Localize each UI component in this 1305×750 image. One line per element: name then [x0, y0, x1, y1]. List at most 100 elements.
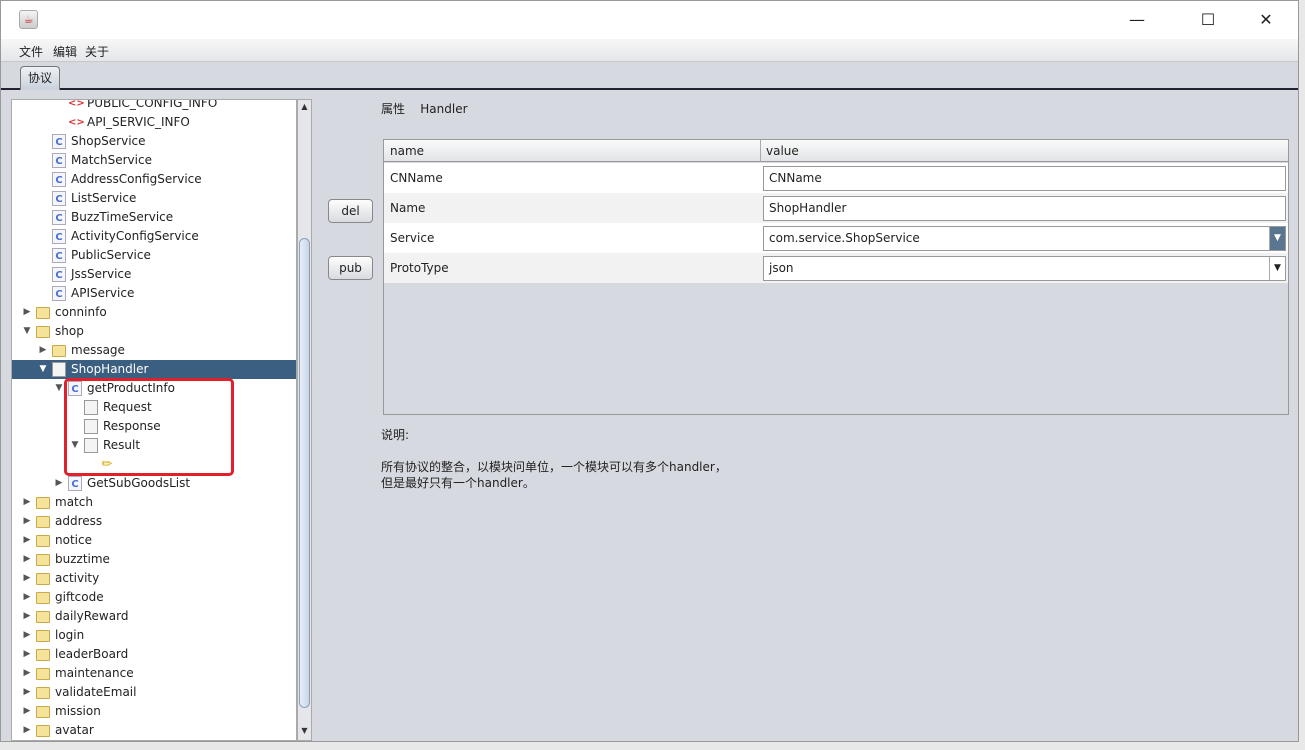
tree-item[interactable]: C ActivityConfigService — [12, 227, 296, 246]
tree-item[interactable]: ▶ maintenance — [12, 664, 296, 683]
del-button[interactable]: del — [328, 199, 373, 223]
maximize-button[interactable]: ☐ — [1188, 7, 1228, 33]
expand-arrow-icon[interactable]: ▶ — [22, 512, 32, 531]
tree-item[interactable]: ▶ notice — [12, 531, 296, 550]
tree-item[interactable]: ▶ C GetSubGoodsList — [12, 474, 296, 493]
tree-item[interactable]: ▼ ShopHandler — [12, 360, 296, 379]
tree-item-label: address — [55, 514, 103, 528]
tree-item[interactable]: ▼ shop — [12, 322, 296, 341]
tree-scrollbar[interactable]: ▲ ▼ — [297, 99, 312, 741]
tree-item[interactable]: <> API_SERVIC_INFO — [12, 113, 296, 132]
tree-item[interactable]: ▶ buzztime — [12, 550, 296, 569]
tree-item[interactable]: C AddressConfigService — [12, 170, 296, 189]
tree-item[interactable]: C ShopService — [12, 132, 296, 151]
folder-icon — [36, 307, 50, 319]
pub-button[interactable]: pub — [328, 256, 373, 280]
tree-item[interactable]: ▶ conninfo — [12, 303, 296, 322]
property-value: CNName — [769, 171, 822, 185]
description-label: 说明: — [381, 428, 410, 442]
expand-arrow-icon[interactable]: ▶ — [38, 341, 48, 360]
tree-item-label: giftcode — [55, 590, 104, 604]
tree-item-label: ShopHandler — [71, 362, 149, 376]
tree-item[interactable]: ▶ dailyReward — [12, 607, 296, 626]
tree-item[interactable]: C BuzzTimeService — [12, 208, 296, 227]
tree-item-label: shop — [55, 324, 84, 338]
tree-item[interactable]: C ListService — [12, 189, 296, 208]
menu-about[interactable]: 关于 — [85, 43, 109, 60]
column-header-value[interactable]: value — [766, 144, 799, 158]
tree-item-label: match — [55, 495, 93, 509]
expand-arrow-icon[interactable]: ▶ — [22, 721, 32, 740]
property-value-input[interactable]: ShopHandler — [763, 196, 1286, 221]
folder-icon — [36, 516, 50, 528]
expand-arrow-icon[interactable]: ▶ — [22, 702, 32, 721]
properties-heading: 属性 Handler — [381, 100, 468, 117]
tree-item[interactable]: ▶ match — [12, 493, 296, 512]
tree-item[interactable]: C MatchService — [12, 151, 296, 170]
minimize-button[interactable]: — — [1117, 7, 1157, 33]
scroll-thumb[interactable] — [299, 238, 310, 708]
tree-item-label: AddressConfigService — [71, 172, 202, 186]
folder-icon — [36, 554, 50, 566]
expand-arrow-icon[interactable]: ▶ — [22, 626, 32, 645]
tab-protocol[interactable]: 协议 — [20, 66, 60, 90]
tree-item[interactable]: <> PUBLIC_CONFIG_INFO — [12, 100, 296, 113]
expand-arrow-icon[interactable]: ▶ — [22, 569, 32, 588]
collapse-arrow-icon[interactable]: ▼ — [54, 379, 64, 398]
dropdown-arrow-icon[interactable]: ▼ — [1269, 257, 1285, 280]
folder-icon — [36, 592, 50, 604]
menu-file[interactable]: 文件 — [19, 43, 43, 60]
highlight-box — [64, 378, 234, 476]
collapse-arrow-icon[interactable]: ▼ — [22, 322, 32, 341]
folder-icon — [36, 706, 50, 718]
tree-item[interactable]: ▶ giftcode — [12, 588, 296, 607]
menu-edit[interactable]: 编辑 — [53, 43, 77, 60]
scroll-up-arrow[interactable]: ▲ — [299, 102, 310, 114]
expand-arrow-icon[interactable]: ▶ — [22, 607, 32, 626]
column-header-name[interactable]: name — [390, 144, 424, 158]
expand-arrow-icon[interactable]: ▶ — [54, 474, 64, 493]
tree-item[interactable]: ▶ mission — [12, 702, 296, 721]
expand-arrow-icon[interactable]: ▶ — [22, 645, 32, 664]
expand-arrow-icon[interactable]: ▶ — [22, 531, 32, 550]
table-row: Name ShopHandler — [384, 193, 1288, 223]
close-button[interactable]: ✕ — [1246, 7, 1286, 33]
expand-arrow-icon[interactable]: ▶ — [22, 303, 32, 322]
table-row: CNName CNName — [384, 163, 1288, 193]
folder-icon — [36, 668, 50, 680]
folder-icon — [36, 326, 50, 338]
tree-item-label: mission — [55, 704, 101, 718]
tree-item-label: ActivityConfigService — [71, 229, 199, 243]
tree-item[interactable]: C APIService — [12, 284, 296, 303]
tree-item[interactable]: ▶ login — [12, 626, 296, 645]
app-window: ☕ — ☐ ✕ 文件 编辑 关于 协议 <> PUBLIC_CONFIG_INFO… — [0, 0, 1299, 742]
expand-arrow-icon[interactable]: ▶ — [22, 664, 32, 683]
tree-item[interactable]: ▶ address — [12, 512, 296, 531]
tree-item[interactable]: C PublicService — [12, 246, 296, 265]
tree-item[interactable]: ▶ leaderBoard — [12, 645, 296, 664]
expand-arrow-icon[interactable]: ▶ — [22, 683, 32, 702]
property-value-select[interactable]: com.service.ShopService ▼ — [763, 226, 1286, 251]
tree-item-label: conninfo — [55, 305, 107, 319]
tree-item-label: notice — [55, 533, 92, 547]
collapse-arrow-icon[interactable]: ▼ — [38, 360, 48, 379]
scroll-down-arrow[interactable]: ▼ — [299, 726, 310, 738]
column-divider[interactable] — [760, 140, 761, 162]
class-icon: C — [52, 153, 66, 168]
menu-bar: 文件 编辑 关于 — [1, 39, 1298, 62]
tree-item[interactable]: C JssService — [12, 265, 296, 284]
dropdown-arrow-icon[interactable]: ▼ — [1269, 227, 1285, 250]
expand-arrow-icon[interactable]: ▶ — [22, 550, 32, 569]
property-value-select[interactable]: json ▼ — [763, 256, 1286, 281]
tree-item[interactable]: ▶ avatar — [12, 721, 296, 740]
property-name: CNName — [390, 171, 443, 185]
tree-item[interactable]: ▶ message — [12, 341, 296, 360]
properties-label: 属性 — [381, 102, 406, 116]
tree-item[interactable]: ▶ activity — [12, 569, 296, 588]
property-name: Service — [390, 231, 435, 245]
expand-arrow-icon[interactable]: ▶ — [22, 493, 32, 512]
tree-item[interactable]: ▶ validateEmail — [12, 683, 296, 702]
expand-arrow-icon[interactable]: ▶ — [22, 588, 32, 607]
property-value-input[interactable]: CNName — [763, 166, 1286, 191]
tree-item-label: PublicService — [71, 248, 151, 262]
